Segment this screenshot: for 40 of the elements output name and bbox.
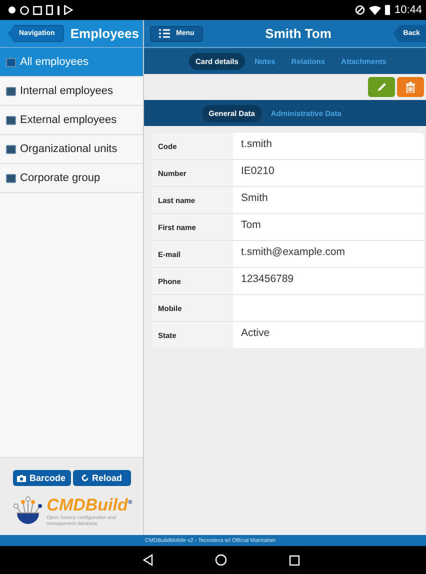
back-icon[interactable] (143, 554, 153, 566)
folder-icon (6, 86, 16, 96)
home-icon[interactable] (215, 554, 227, 566)
folder-icon (6, 144, 16, 154)
barcode-button[interactable]: Barcode (12, 470, 70, 486)
field-value: IE0210 (240, 164, 276, 179)
clock: 10:44 (394, 4, 422, 16)
pencil-icon (376, 82, 386, 92)
recents-icon[interactable] (289, 554, 300, 566)
folder-icon (6, 58, 16, 66)
delete-button[interactable] (397, 77, 424, 97)
sidebar-item[interactable]: Organizational units (0, 135, 143, 164)
camera-icon (17, 474, 26, 482)
trash-icon (406, 82, 415, 92)
menu-icon (159, 29, 170, 38)
field-value: 123456789 (240, 272, 295, 287)
folder-icon (6, 174, 16, 182)
circle-icon (20, 6, 29, 14)
battery-icon (385, 5, 390, 15)
square-icon (33, 6, 42, 14)
wifi-icon (369, 6, 382, 14)
sidebar-title: Employees (70, 26, 139, 41)
reload-button[interactable]: Reload (72, 470, 130, 486)
page-title: Smith Tom (265, 26, 332, 41)
reload-icon (80, 474, 89, 482)
sidebar-item[interactable]: All employees (0, 48, 143, 77)
field-value: Smith (240, 191, 269, 206)
sidebar-item[interactable]: External employees (0, 106, 143, 135)
logo-wordmark: CMDBuild$^{®}$ (46, 495, 132, 515)
field-value: t.smith (240, 137, 273, 152)
folder-icon (6, 116, 16, 124)
sidebar-item[interactable]: Corporate group (0, 164, 143, 193)
field-value: t.smith@example.com (240, 245, 346, 260)
edit-button[interactable] (368, 77, 395, 97)
field-value: Tom (240, 218, 262, 233)
logo-icon (10, 496, 45, 526)
sidebar-item[interactable]: Internal employees (0, 77, 143, 106)
play-icon (64, 5, 73, 15)
field-value: Active (240, 326, 271, 341)
do-not-disturb-icon (355, 5, 366, 15)
